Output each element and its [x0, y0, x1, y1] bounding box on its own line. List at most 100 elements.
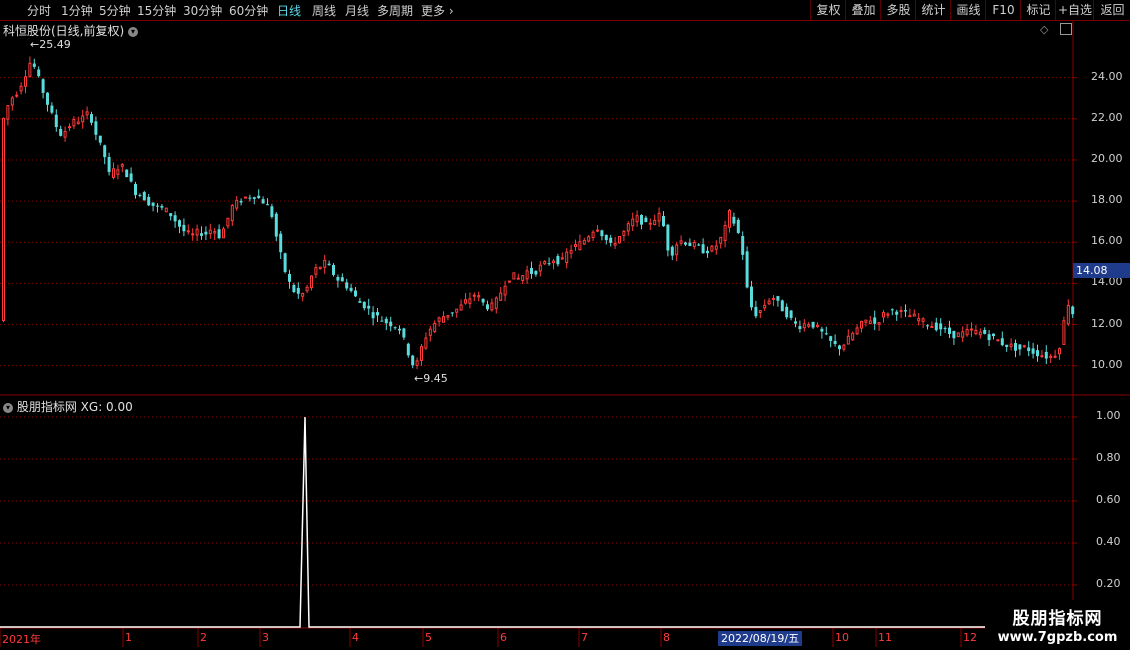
candle-body [336, 277, 340, 281]
candle-body [653, 219, 657, 225]
candle-body [956, 332, 960, 338]
time-axis-label: 2 [200, 631, 207, 644]
toolbar-button[interactable]: 标记 [1020, 0, 1056, 20]
candle-body [613, 242, 617, 246]
toolbar-button[interactable]: +自选 [1055, 0, 1094, 20]
toolbar-button[interactable]: 画线 [950, 0, 986, 20]
candle-body [270, 206, 274, 217]
more-periods-button[interactable]: 更多 › [421, 2, 454, 19]
candle-body [736, 219, 740, 233]
period-tab[interactable]: 月线 [345, 2, 369, 19]
indicator-value: XG: 0.00 [80, 400, 133, 414]
candle-body [983, 329, 987, 334]
indicator-tick-label: 0.60 [1096, 493, 1121, 506]
period-tab[interactable]: 周线 [312, 2, 336, 19]
candle-body [776, 296, 780, 301]
toolbar-button[interactable]: F10 [985, 0, 1021, 20]
candle-body [785, 306, 789, 318]
candle-body [261, 199, 265, 204]
period-tab[interactable]: 15分钟 [137, 2, 176, 19]
toolbar-button[interactable]: 统计 [915, 0, 951, 20]
candle-body [94, 121, 98, 135]
candle-body [151, 202, 155, 206]
candle-body [512, 272, 516, 280]
candle-body [455, 308, 459, 313]
candle-body [719, 236, 723, 244]
candle-body [538, 264, 542, 272]
candle-body [710, 245, 714, 252]
candle-body [591, 231, 595, 238]
candle-body [684, 242, 687, 245]
candle-body [1018, 344, 1022, 350]
candle-body [714, 245, 718, 250]
candle-body [46, 92, 49, 105]
candle-body [574, 244, 577, 248]
candle-body [420, 346, 423, 361]
candle-body [472, 294, 476, 297]
candle-body [851, 332, 855, 341]
diamond-icon[interactable]: ◇ [1040, 23, 1048, 36]
toolbar-button[interactable]: 返回 [1093, 0, 1130, 20]
toolbar-button[interactable]: 多股 [880, 0, 916, 20]
candle-body [521, 275, 525, 281]
candle-body [376, 312, 379, 316]
period-tab[interactable]: 分时 [27, 2, 51, 19]
more-periods-label: 更多 [421, 4, 446, 18]
candle-body [679, 240, 683, 244]
candle-body [68, 126, 71, 129]
chevron-right-icon: › [448, 4, 454, 18]
candle-body [384, 318, 388, 324]
toolbar-button[interactable]: 叠加 [845, 0, 881, 20]
chevron-down-icon[interactable]: ▾ [3, 402, 13, 413]
candle-body [697, 244, 701, 246]
candle-body [411, 355, 415, 366]
candle-body [1071, 306, 1075, 315]
candle-body [772, 297, 775, 300]
candle-body [494, 297, 498, 309]
price-tick-label: 18.00 [1091, 193, 1123, 207]
candle-body [648, 222, 652, 225]
period-tab[interactable]: 1分钟 [61, 2, 93, 19]
candle-body [398, 328, 401, 331]
time-axis-label: 12 [963, 631, 977, 644]
candle-body [459, 304, 463, 311]
low-price-marker: ←9.45 [414, 372, 448, 385]
candle-body [156, 205, 159, 207]
candle-body [904, 310, 907, 312]
chevron-down-icon[interactable]: ▾ [128, 26, 139, 37]
candle-body [450, 312, 454, 314]
candle-body [10, 97, 14, 106]
xg-line [0, 416, 1072, 628]
period-tab[interactable]: 5分钟 [99, 2, 131, 19]
candle-body [428, 328, 432, 336]
candle-body [508, 280, 511, 283]
candle-body [930, 326, 934, 329]
candle-body [292, 285, 296, 292]
period-tab[interactable]: 30分钟 [183, 2, 222, 19]
candle-body [763, 304, 767, 309]
candle-body [1031, 348, 1035, 354]
candle-body [943, 328, 947, 330]
candle-body [1066, 304, 1070, 325]
candle-body [85, 111, 89, 116]
candlestick-series [2, 56, 1075, 370]
arrow-left-icon: ← [30, 38, 40, 51]
candle-body [970, 328, 973, 331]
candle-body [741, 236, 745, 255]
period-tab[interactable]: 多周期 [377, 2, 413, 19]
candle-body [464, 299, 467, 304]
candle-body [723, 224, 727, 241]
candle-body [728, 209, 731, 228]
candle-body [200, 233, 203, 236]
candle-body [921, 318, 925, 322]
candle-body [635, 215, 639, 223]
candle-body [882, 312, 885, 318]
candle-body [90, 114, 93, 123]
period-tab[interactable]: 60分钟 [229, 2, 268, 19]
toolbar-button[interactable]: 复权 [810, 0, 846, 20]
period-tab[interactable]: 日线 [277, 2, 301, 19]
candle-body [824, 333, 828, 335]
candle-body [437, 317, 441, 322]
layout-toggle-icon[interactable] [1060, 23, 1072, 35]
candle-body [32, 63, 36, 67]
